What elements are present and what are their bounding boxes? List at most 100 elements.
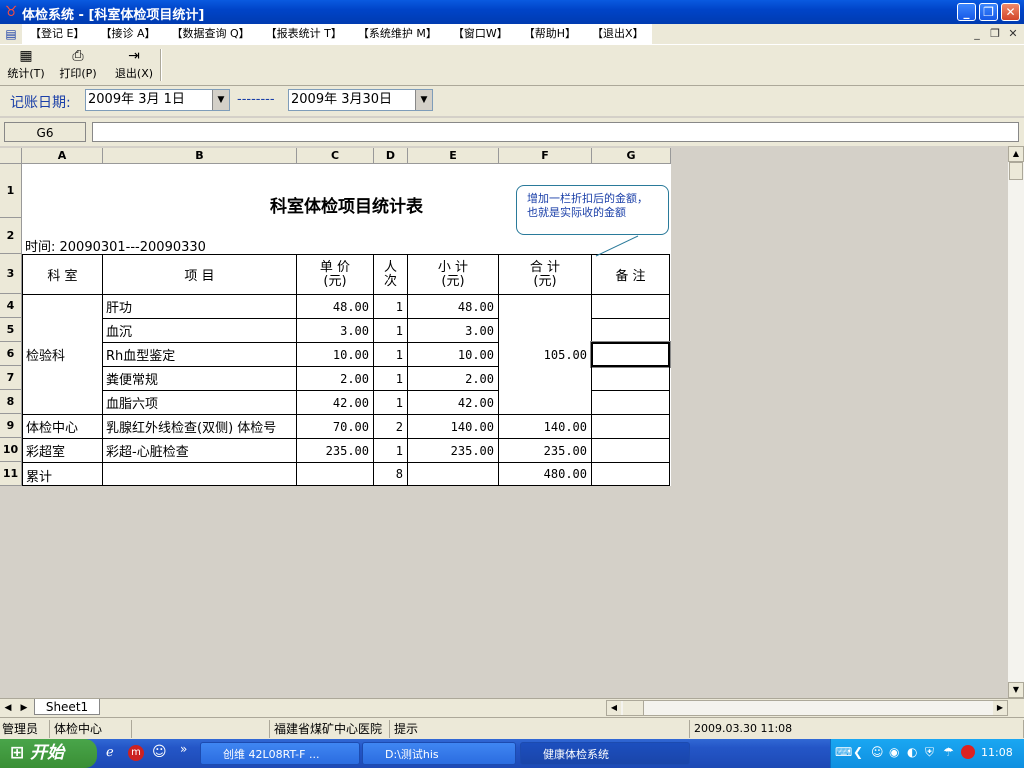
total-cell[interactable]: 140.00	[498, 414, 592, 439]
print-button[interactable]: ⎙ 打印(P)	[56, 47, 100, 83]
ie-icon[interactable]: ℯ	[106, 745, 114, 760]
mdi-minimize-button[interactable]: _	[970, 27, 984, 41]
sum-total-cell[interactable]: 480.00	[498, 462, 592, 486]
row-header-1[interactable]: 1	[0, 164, 22, 218]
dept-cell[interactable]: 彩超室	[22, 438, 103, 463]
comment-callout[interactable]: 增加一栏折扣后的金额，也就是实际收的金额	[516, 185, 669, 235]
note-cell[interactable]	[591, 366, 670, 391]
count-cell[interactable]: 1	[373, 318, 408, 343]
shield-icon[interactable]: ⛨	[925, 745, 934, 760]
menu-reception[interactable]: 【接诊 A】	[92, 24, 163, 44]
row-header-11[interactable]: 11	[0, 462, 22, 486]
sum-count-cell[interactable]: 8	[373, 462, 408, 486]
note-cell[interactable]	[591, 318, 670, 343]
subtotal-cell[interactable]: 140.00	[407, 414, 499, 439]
sum-price-cell[interactable]	[296, 462, 374, 486]
note-cell[interactable]	[591, 294, 670, 319]
row-header-6[interactable]: 6	[0, 342, 22, 366]
date-from-picker[interactable]: 2009年 3月 1日 ▼	[85, 89, 230, 111]
item-cell[interactable]: Rh血型鉴定	[102, 342, 297, 367]
row-header-7[interactable]: 7	[0, 366, 22, 390]
menu-window[interactable]: 【窗口W】	[445, 24, 516, 44]
task-item-health-system[interactable]: 健康体检系统	[520, 742, 690, 765]
scroll-up-button[interactable]: ▲	[1008, 146, 1024, 162]
menu-data-query[interactable]: 【数据查询 Q】	[163, 24, 257, 44]
selected-cell-g6[interactable]	[590, 341, 671, 368]
count-cell[interactable]: 1	[373, 366, 408, 391]
row-header-8[interactable]: 8	[0, 390, 22, 414]
date-to-picker[interactable]: 2009年 3月30日 ▼	[288, 89, 433, 111]
column-header-e[interactable]: E	[408, 148, 499, 164]
tab-next-icon[interactable]: ▶	[18, 701, 30, 715]
price-cell[interactable]: 3.00	[296, 318, 374, 343]
count-cell[interactable]: 2	[373, 414, 408, 439]
menu-exit[interactable]: 【退出X】	[584, 24, 652, 44]
sum-label-cell[interactable]: 累计	[22, 462, 103, 486]
column-header-g[interactable]: G	[592, 148, 671, 164]
start-button[interactable]: ⊞ 开始	[0, 739, 97, 768]
menu-report-stats[interactable]: 【报表统计 T】	[258, 24, 350, 44]
scroll-down-button[interactable]: ▼	[1008, 682, 1024, 698]
price-cell[interactable]: 2.00	[296, 366, 374, 391]
keyboard-icon[interactable]: ⌨	[835, 745, 852, 759]
sheet-tab[interactable]: Sheet1	[34, 699, 100, 715]
mdi-restore-button[interactable]: ❐	[988, 27, 1002, 41]
sum-subtotal-cell[interactable]	[407, 462, 499, 486]
chevron-down-icon[interactable]: ▼	[415, 90, 432, 110]
cell-reference-box[interactable]: G6	[4, 122, 86, 142]
close-button[interactable]: ✕	[1001, 3, 1020, 21]
subtotal-cell[interactable]: 2.00	[407, 366, 499, 391]
task-item-folder[interactable]: D:\测试his	[362, 742, 516, 765]
column-header-d[interactable]: D	[374, 148, 408, 164]
scroll-right-button[interactable]: ▶	[993, 701, 1007, 715]
item-cell[interactable]: 粪便常规	[102, 366, 297, 391]
count-cell[interactable]: 1	[373, 342, 408, 367]
chevron-down-icon[interactable]: ▼	[212, 90, 229, 110]
sum-item-cell[interactable]	[102, 462, 297, 486]
row-header-5[interactable]: 5	[0, 318, 22, 342]
security-icon[interactable]: ◉	[889, 745, 899, 759]
price-cell[interactable]: 42.00	[296, 390, 374, 415]
maximize-button[interactable]: ❐	[979, 3, 998, 21]
stop-icon[interactable]	[961, 745, 975, 759]
sum-note-cell[interactable]	[591, 462, 670, 486]
chevron-more-icon[interactable]: »	[180, 742, 187, 756]
tab-prev-icon[interactable]: ◀	[2, 701, 14, 715]
item-cell[interactable]: 血沉	[102, 318, 297, 343]
count-cell[interactable]: 1	[373, 390, 408, 415]
subtotal-cell[interactable]: 10.00	[407, 342, 499, 367]
price-cell[interactable]: 235.00	[296, 438, 374, 463]
note-cell[interactable]	[591, 438, 670, 463]
dept-cell[interactable]: 体检中心	[22, 414, 103, 439]
app-m-icon[interactable]: m	[128, 745, 144, 761]
subtotal-cell[interactable]: 42.00	[407, 390, 499, 415]
count-cell[interactable]: 1	[373, 438, 408, 463]
column-header-b[interactable]: B	[103, 148, 297, 164]
total-cell[interactable]: 235.00	[498, 438, 592, 463]
mdi-doc-icon[interactable]: ▤	[3, 26, 19, 42]
item-cell[interactable]: 乳腺红外线检查(双侧) 体检号	[102, 414, 297, 439]
subtotal-cell[interactable]: 48.00	[407, 294, 499, 319]
menu-register[interactable]: 【登记 E】	[22, 24, 92, 44]
note-cell[interactable]	[591, 390, 670, 415]
hscroll-thumb[interactable]	[623, 701, 644, 715]
row-header-10[interactable]: 10	[0, 438, 22, 462]
subtotal-cell[interactable]: 3.00	[407, 318, 499, 343]
scroll-left-button[interactable]: ◀	[607, 701, 621, 715]
lab-total-cell[interactable]: 105.00	[498, 294, 592, 415]
row-header-4[interactable]: 4	[0, 294, 22, 318]
count-cell[interactable]: 1	[373, 294, 408, 319]
row-header-3[interactable]: 3	[0, 254, 22, 294]
qq-icon[interactable]: ☺	[152, 744, 167, 760]
item-cell[interactable]: 彩超-心脏检查	[102, 438, 297, 463]
item-cell[interactable]: 血脂六项	[102, 390, 297, 415]
exit-button[interactable]: ⇥ 退出(X)	[112, 47, 156, 83]
tray-expand-icon[interactable]: ❮	[853, 745, 863, 759]
qq-tray-icon[interactable]: ☺	[871, 745, 884, 759]
dept-lab-cell[interactable]: 检验科	[22, 294, 103, 415]
horizontal-scrollbar[interactable]: ◀ ▶	[606, 700, 1008, 716]
row-header-2[interactable]: 2	[0, 218, 22, 254]
task-item-tv[interactable]: 创维 42L08RT-F ...	[200, 742, 360, 765]
column-header-f[interactable]: F	[499, 148, 592, 164]
vertical-scrollbar[interactable]: ▲ ▼	[1008, 146, 1024, 698]
